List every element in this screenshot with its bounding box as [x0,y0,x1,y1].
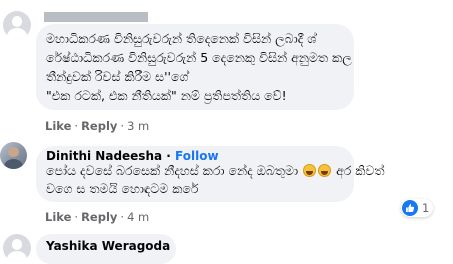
comment-bubble-1: මහාධිකරණ විනිසුරුවරුන් තිදෙනෙක් විසින් ල… [36,24,354,110]
comment-timestamp[interactable]: 3 m [127,119,149,133]
comment-2-line-1: පෝය දවසේ බරසෙක් නීදහස් කරා නේද ඔබතුමා අර… [46,161,385,181]
comment-bubble-2: Dinithi Nadeesha · Follow පෝය දවසේ බරසෙක… [36,146,385,202]
avatar-body [6,28,28,39]
comment-1-line-2: රේෂ්ඨාධිකරණ විනිසුරුවරුන් 5 දෙනෙකු විසින… [46,50,352,65]
grinning-face-emoji [318,164,332,177]
comment-2-text-b: අර කිවත් [336,163,385,178]
separator-dot: · [74,119,79,133]
avatar-body [3,158,24,169]
avatar-default[interactable] [3,11,31,39]
reply-button[interactable]: Reply [81,210,117,224]
avatar-photo[interactable] [0,142,27,169]
avatar-head [11,16,23,27]
comment-1-line-1: මහාධිකරණ විනිසුරුවරුන් තිදෙනෙක් විසින් ල… [46,31,317,46]
reaction-count: 1 [422,201,430,215]
comment-1-line-3: තීන්දුවක් රිවස් කිරීම ස''ගේ [46,69,189,84]
comment-1-line-4: "එක රටක්, එක නීතියක්" නම් ප්‍රතිපත්තිය ව… [46,88,287,103]
avatar-head [8,146,19,158]
comment-2-text-a: පෝය දවසේ බරසෙක් නීදහස් කරා නේද ඔබතුමා [46,163,299,178]
grinning-face-emoji [303,164,317,177]
avatar-head [11,239,23,250]
reply-button[interactable]: Reply [81,119,117,133]
thumbs-up-glyph [406,204,415,212]
comment-2-line-2: වගෙ ස තමයි හොඳටම කරේ [46,181,199,196]
comment-bubble-3: Yashika Weragoda [36,234,176,264]
like-button[interactable]: Like [45,210,71,224]
like-button[interactable]: Like [45,119,71,133]
avatar-body [6,251,28,262]
separator-dot: · [74,210,79,224]
separator-dot: · [120,119,125,133]
comment-timestamp[interactable]: 4 m [127,210,149,224]
author-name[interactable]: Yashika Weragoda [46,239,170,253]
comment-2-actions: Like · Reply · 4 m [45,210,149,224]
separator-dot: · [120,210,125,224]
reaction-badge[interactable]: 1 [401,199,434,217]
avatar-default[interactable] [3,234,31,262]
thumbs-up-icon [402,200,418,216]
comment-1-actions: Like · Reply · 3 m [45,119,149,133]
redacted-author-name [44,12,148,22]
